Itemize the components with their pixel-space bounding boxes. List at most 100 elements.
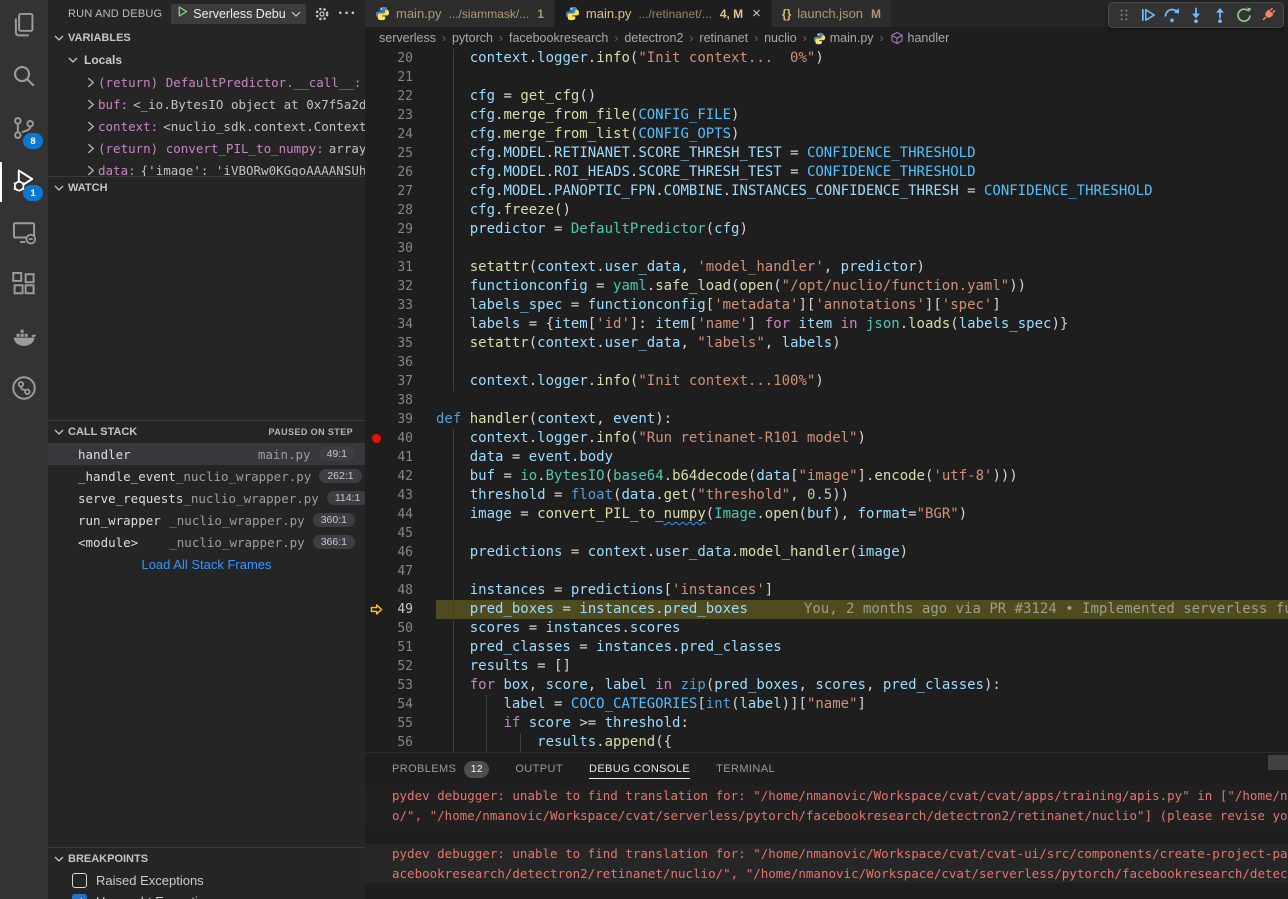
gutter-glyph[interactable] [365,334,387,353]
variable-row[interactable]: context:<nuclio_sdk.context.Context obje… [48,115,365,137]
checkbox-unchecked[interactable] [72,873,87,888]
panel-tab-output[interactable]: OUTPUT [515,753,563,786]
breadcrumb-file[interactable]: main.py [813,31,874,45]
gutter-glyph[interactable] [365,277,387,296]
code-line[interactable]: 40 context.logger.info("Run retinanet-R1… [365,429,1288,448]
gutter-glyph[interactable] [365,315,387,334]
activity-item-source-control[interactable]: 8 [0,104,48,156]
code-line[interactable]: 23 cfg.merge_from_file(CONFIG_FILE) [365,106,1288,125]
load-all-stack-frames-link[interactable]: Load All Stack Frames [48,553,365,575]
gutter-glyph[interactable] [365,201,387,220]
code-line[interactable]: 42 buf = io.BytesIO(base64.b64decode(dat… [365,467,1288,486]
code-line[interactable]: 29 predictor = DefaultPredictor(cfg) [365,220,1288,239]
editor-tab-main.py[interactable]: main.py.../retinanet/...4, M× [555,0,772,27]
breadcrumb-item[interactable]: facebookresearch [509,31,608,45]
code-line[interactable]: 48 instances = predictions['instances'] [365,581,1288,600]
code-line[interactable]: 34 labels = {item['id']: item['name'] fo… [365,315,1288,334]
code-line[interactable]: 44 image = convert_PIL_to_numpy(Image.op… [365,505,1288,524]
code-line[interactable]: 27 cfg.MODEL.PANOPTIC_FPN.COMBINE.INSTAN… [365,182,1288,201]
variable-row[interactable]: data:{'image': 'iVBORw0KGgoAAAANSUhE… [48,159,365,176]
code-line[interactable]: 32 functionconfig = yaml.safe_load(open(… [365,277,1288,296]
breakpoints-section-header[interactable]: BREAKPOINTS [48,848,365,870]
code-line[interactable]: 47 [365,562,1288,581]
code-line[interactable]: 52 results = [] [365,657,1288,676]
panel-tab-problems[interactable]: PROBLEMS12 [392,753,489,786]
breadcrumb-item[interactable]: nuclio [764,31,797,45]
code-line[interactable]: 46 predictions = context.user_data.model… [365,543,1288,562]
code-line[interactable]: 38 [365,391,1288,410]
restart-icon[interactable] [1232,4,1256,26]
gutter-glyph[interactable] [365,657,387,676]
gutter-glyph[interactable] [365,581,387,600]
panel-tab-terminal[interactable]: TERMINAL [716,753,775,786]
gutter-glyph[interactable] [365,49,387,68]
close-icon[interactable]: × [752,7,761,20]
activity-item-explorer[interactable] [0,0,48,52]
code-line[interactable]: 28 cfg.freeze() [365,201,1288,220]
gutter-glyph[interactable] [365,524,387,543]
variables-section-header[interactable]: VARIABLES [48,27,365,49]
checkbox-checked[interactable]: ✓ [72,894,87,899]
stack-frame[interactable]: <module>_nuclio_wrapper.py366:1 [48,531,365,553]
breakpoint-row[interactable]: Raised Exceptions [48,870,365,891]
code-line[interactable]: 24 cfg.merge_from_list(CONFIG_OPTS) [365,125,1288,144]
gutter-glyph[interactable] [365,239,387,258]
breadcrumb-item[interactable]: retinanet [699,31,748,45]
code-line[interactable]: 53 for box, score, label in zip(pred_box… [365,676,1288,695]
panel-scrollbar[interactable] [1268,755,1288,770]
gutter-glyph[interactable] [365,429,387,448]
gutter-glyph[interactable] [365,391,387,410]
panel-tab-debug-console[interactable]: DEBUG CONSOLE [589,753,690,786]
code-line[interactable]: 30 [365,239,1288,258]
code-line[interactable]: 21 [365,68,1288,87]
gutter-glyph[interactable] [365,448,387,467]
code-line[interactable]: 31 setattr(context.user_data, 'model_han… [365,258,1288,277]
gutter-glyph[interactable] [365,562,387,581]
gutter-glyph[interactable] [365,486,387,505]
gutter-glyph[interactable] [365,372,387,391]
code-line[interactable]: 25 cfg.MODEL.RETINANET.SCORE_THRESH_TEST… [365,144,1288,163]
gutter-glyph[interactable] [365,68,387,87]
stack-frame[interactable]: serve_requests_nuclio_wrapper.py114:1 [48,487,365,509]
variable-row[interactable]: (return) convert_PIL_to_numpy:array([[[ … [48,137,365,159]
code-line[interactable]: 55 if score >= threshold: [365,714,1288,733]
code-line[interactable]: 54 label = COCO_CATEGORIES[int(label)]["… [365,695,1288,714]
gutter-glyph[interactable] [365,144,387,163]
continue-icon[interactable] [1136,4,1160,26]
step-over-icon[interactable] [1160,4,1184,26]
gutter-glyph[interactable] [365,505,387,524]
gear-icon[interactable] [314,6,330,22]
breadcrumb-symbol[interactable]: handler [890,31,950,45]
code-editor[interactable]: 20 context.logger.info("Init context... … [365,49,1288,753]
scope-locals[interactable]: Locals [48,49,365,71]
activity-item-remote-explorer[interactable] [0,208,48,260]
gutter-glyph[interactable] [365,543,387,562]
call-stack-section-header[interactable]: CALL STACK PAUSED ON STEP [48,421,365,443]
activity-item-run-and-debug[interactable]: 1 [0,156,48,208]
watch-section-header[interactable]: WATCH [48,177,365,199]
breakpoint-row[interactable]: ✓Uncaught Exceptions [48,891,365,899]
editor-tab-main.py[interactable]: main.py.../siammask/...1 [365,0,555,27]
current-frame-arrow-icon[interactable] [365,600,387,619]
variable-row[interactable]: buf:<_io.BytesIO object at 0x7f5a2dc1ecc… [48,93,365,115]
gutter-glyph[interactable] [365,220,387,239]
editor-tab-launch.json[interactable]: {}launch.jsonM [772,0,892,27]
gutter-glyph[interactable] [365,733,387,752]
gutter-glyph[interactable] [365,695,387,714]
code-line[interactable]: 39def handler(context, event): [365,410,1288,429]
breadcrumb-item[interactable]: detectron2 [624,31,683,45]
code-line[interactable]: 43 threshold = float(data.get("threshold… [365,486,1288,505]
gutter-glyph[interactable] [365,106,387,125]
code-line[interactable]: 35 setattr(context.user_data, "labels", … [365,334,1288,353]
stack-frame[interactable]: handlermain.py49:1 [48,443,365,465]
launch-config-dropdown[interactable]: Serverless Debu [171,4,306,24]
gutter-glyph[interactable] [365,87,387,106]
breadcrumb-item[interactable]: pytorch [452,31,493,45]
gutter-glyph[interactable] [365,182,387,201]
gutter-glyph[interactable] [365,676,387,695]
gutter-glyph[interactable] [365,638,387,657]
code-line[interactable]: 26 cfg.MODEL.ROI_HEADS.SCORE_THRESH_TEST… [365,163,1288,182]
code-line[interactable]: 45 [365,524,1288,543]
gutter-glyph[interactable] [365,467,387,486]
gutter-glyph[interactable] [365,619,387,638]
